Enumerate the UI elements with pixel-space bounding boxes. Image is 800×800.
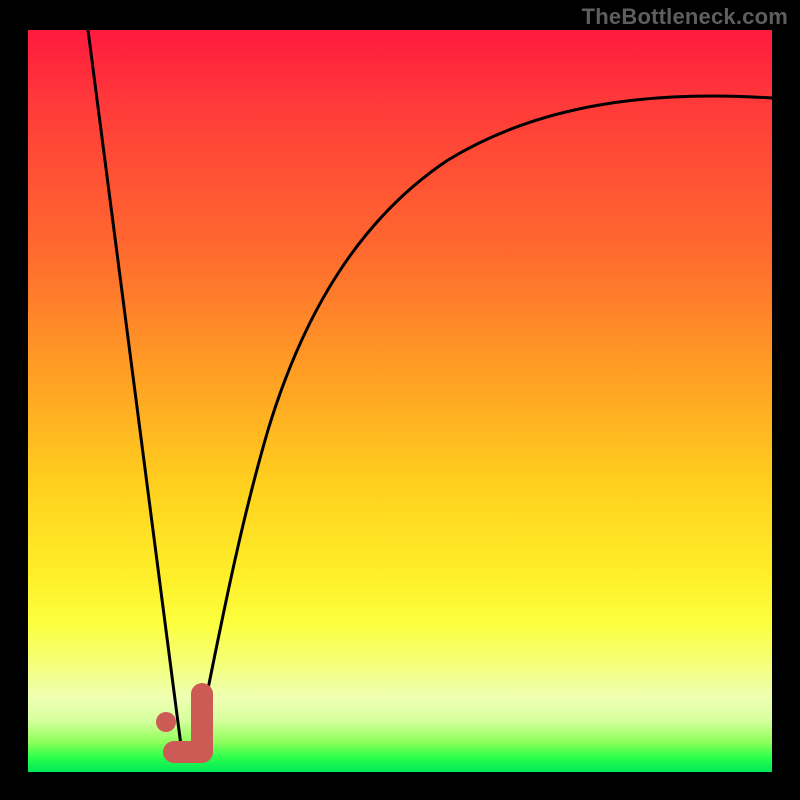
right-rising-curve (193, 96, 772, 761)
left-descending-line (88, 30, 183, 761)
marker-j-dot (156, 712, 176, 732)
chart-frame: TheBottleneck.com (0, 0, 800, 800)
plot-area (28, 30, 772, 772)
attribution-text: TheBottleneck.com (582, 4, 788, 30)
curves-layer (28, 30, 772, 772)
